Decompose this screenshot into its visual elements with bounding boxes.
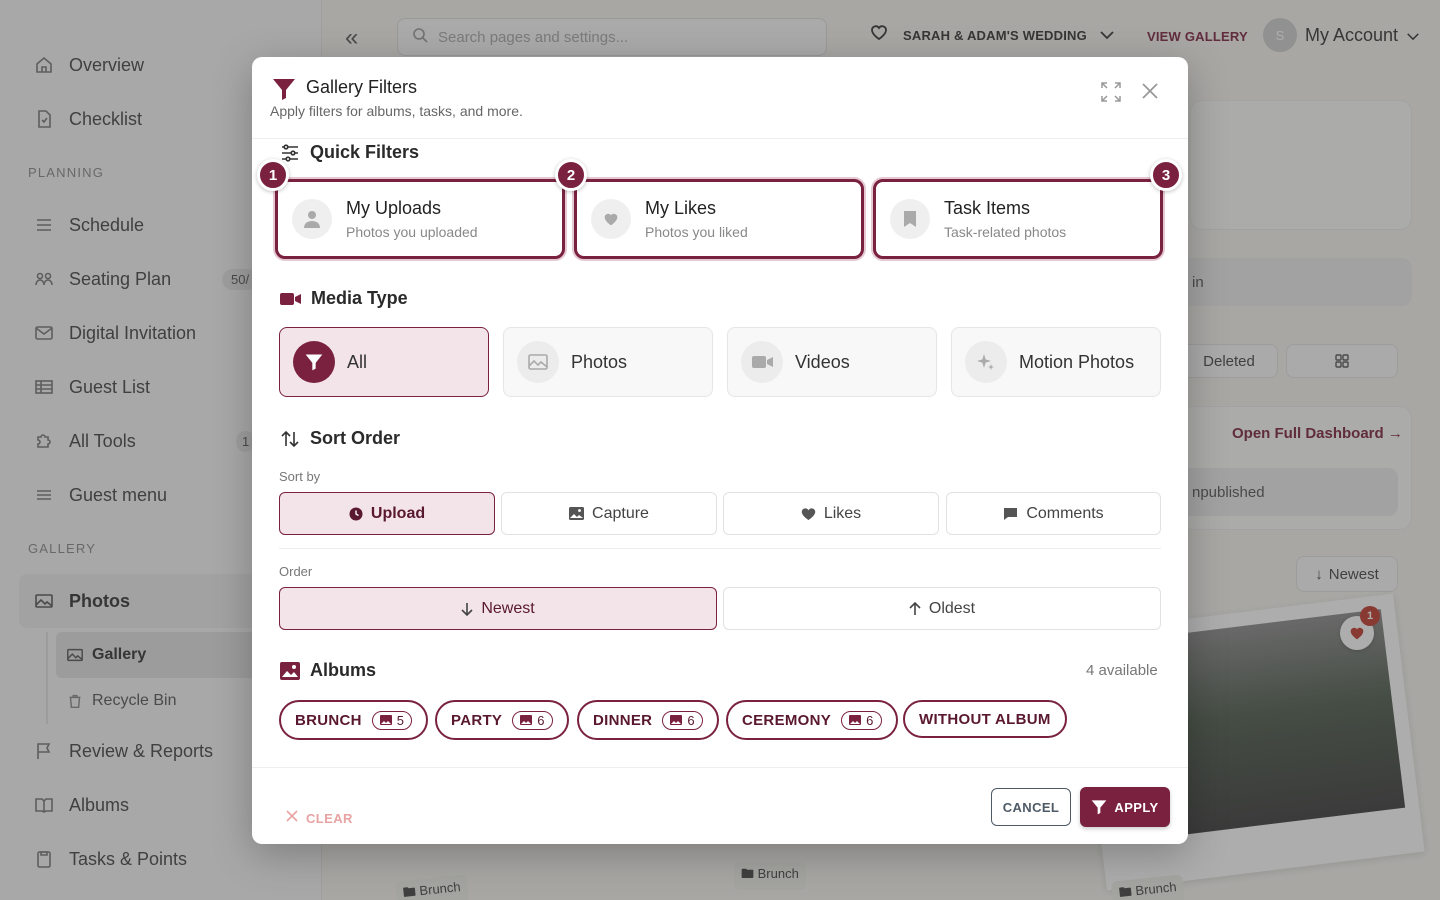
quick-filters-title: Quick Filters <box>310 142 420 162</box>
sort-by-upload[interactable]: Upload <box>279 492 495 535</box>
apply-button[interactable]: APPLY <box>1080 787 1170 827</box>
album-name: BRUNCH <box>295 711 362 729</box>
album-name: CEREMONY <box>742 711 832 729</box>
quick-filter-my-likes[interactable]: My Likes Photos you liked <box>574 179 864 259</box>
album-chip-ceremony[interactable]: CEREMONY 6 <box>726 700 898 740</box>
album-count-value: 6 <box>866 712 874 728</box>
album-chip-brunch[interactable]: BRUNCH 5 <box>279 700 429 740</box>
sort-by-capture[interactable]: Capture <box>501 492 717 535</box>
close-icon[interactable] <box>1140 79 1160 105</box>
image-icon <box>280 661 300 680</box>
media-type-label: Motion Photos <box>1019 351 1135 372</box>
media-type-label: Photos <box>571 351 628 372</box>
album-count: 6 <box>662 710 703 730</box>
sliders-icon <box>280 143 300 163</box>
quick-filter-title: Task Items <box>944 198 1031 218</box>
sort-option-label: Upload <box>370 504 426 522</box>
modal-subtitle: Apply filters for albums, tasks, and mor… <box>270 103 523 119</box>
quick-filter-my-uploads[interactable]: My Uploads Photos you uploaded <box>275 179 565 259</box>
media-type-motion-photos[interactable]: Motion Photos <box>951 327 1161 397</box>
quick-filter-title: My Likes <box>645 198 717 218</box>
modal-title: Gallery Filters <box>306 77 418 97</box>
order-newest[interactable]: Newest <box>279 587 717 630</box>
video-icon <box>741 341 783 383</box>
clear-button[interactable]: CLEAR <box>286 809 353 827</box>
album-name: PARTY <box>451 711 503 729</box>
order-oldest[interactable]: Oldest <box>723 587 1161 630</box>
gallery-filters-modal: Gallery Filters Apply filters for albums… <box>252 57 1188 844</box>
funnel-icon <box>1092 800 1107 815</box>
person-icon <box>292 199 332 239</box>
media-type-photos[interactable]: Photos <box>503 327 713 397</box>
apply-label: APPLY <box>1114 799 1159 815</box>
comment-icon <box>1003 507 1018 521</box>
step-badge-2: 2 <box>555 159 587 191</box>
order-option-label: Newest <box>481 599 535 617</box>
album-count: 6 <box>841 710 882 730</box>
sort-by-comments[interactable]: Comments <box>946 492 1161 535</box>
divider <box>279 548 1161 549</box>
sort-option-label: Likes <box>823 504 862 522</box>
quick-filter-subtitle: Photos you uploaded <box>346 224 478 240</box>
albums-heading: Albums <box>280 660 376 681</box>
arrow-down-icon <box>461 602 473 616</box>
sort-arrows-icon <box>280 429 300 449</box>
quick-filters-heading: Quick Filters <box>280 142 419 163</box>
image-icon <box>517 341 559 383</box>
arrow-up-icon <box>909 601 921 616</box>
album-name: DINNER <box>593 711 653 729</box>
heart-icon <box>801 507 816 521</box>
sort-option-label: Comments <box>1026 504 1104 522</box>
clear-label: CLEAR <box>306 810 353 826</box>
album-chip-party[interactable]: PARTY 6 <box>435 700 569 740</box>
funnel-icon <box>293 341 335 383</box>
sort-by-likes[interactable]: Likes <box>723 492 939 535</box>
albums-title: Albums <box>310 660 377 680</box>
quick-filter-subtitle: Photos you liked <box>645 224 748 240</box>
album-count-value: 6 <box>537 712 545 728</box>
clock-icon <box>349 507 363 521</box>
sort-option-label: Capture <box>592 504 649 522</box>
order-option-label: Oldest <box>928 599 976 617</box>
quick-filter-title: My Uploads <box>346 198 442 218</box>
media-type-title: Media Type <box>311 288 408 308</box>
image-icon <box>520 715 533 725</box>
step-badge-1: 1 <box>257 159 289 191</box>
media-type-heading: Media Type <box>280 288 408 309</box>
sparkle-icon <box>965 341 1007 383</box>
image-icon <box>849 715 862 725</box>
image-icon <box>670 715 683 725</box>
media-type-all[interactable]: All <box>279 327 489 397</box>
video-camera-icon <box>280 291 301 307</box>
album-count: 6 <box>512 710 553 730</box>
step-badge-3: 3 <box>1150 159 1182 191</box>
albums-available-count: 4 available <box>1086 662 1158 679</box>
expand-icon[interactable] <box>1100 81 1122 108</box>
close-icon <box>286 809 298 827</box>
media-type-videos[interactable]: Videos <box>727 327 937 397</box>
album-chip-dinner[interactable]: DINNER 6 <box>577 700 719 740</box>
quick-filter-subtitle: Task-related photos <box>944 224 1067 240</box>
album-count: 5 <box>371 710 413 730</box>
image-icon <box>379 715 392 725</box>
quick-filter-task-items[interactable]: Task Items Task-related photos <box>873 179 1163 259</box>
sort-order-title: Sort Order <box>310 428 401 448</box>
modal-header: Gallery Filters Apply filters for albums… <box>252 57 1188 139</box>
album-count-value: 6 <box>687 712 695 728</box>
album-name: WITHOUT ALBUM <box>919 710 1051 728</box>
bookmark-icon <box>890 199 930 239</box>
media-type-label: All <box>347 351 368 372</box>
album-count-value: 5 <box>396 712 405 728</box>
funnel-icon <box>272 77 296 106</box>
sort-order-heading: Sort Order <box>280 428 400 449</box>
image-icon <box>569 507 585 520</box>
order-label: Order <box>279 564 313 579</box>
album-chip-without-album[interactable]: WITHOUT ALBUM <box>903 700 1067 738</box>
modal-footer: CLEAR CANCEL APPLY <box>252 767 1188 844</box>
cancel-button[interactable]: CANCEL <box>991 788 1071 826</box>
sort-by-label: Sort by <box>279 469 321 484</box>
heart-icon <box>591 199 631 239</box>
media-type-label: Videos <box>795 351 850 372</box>
